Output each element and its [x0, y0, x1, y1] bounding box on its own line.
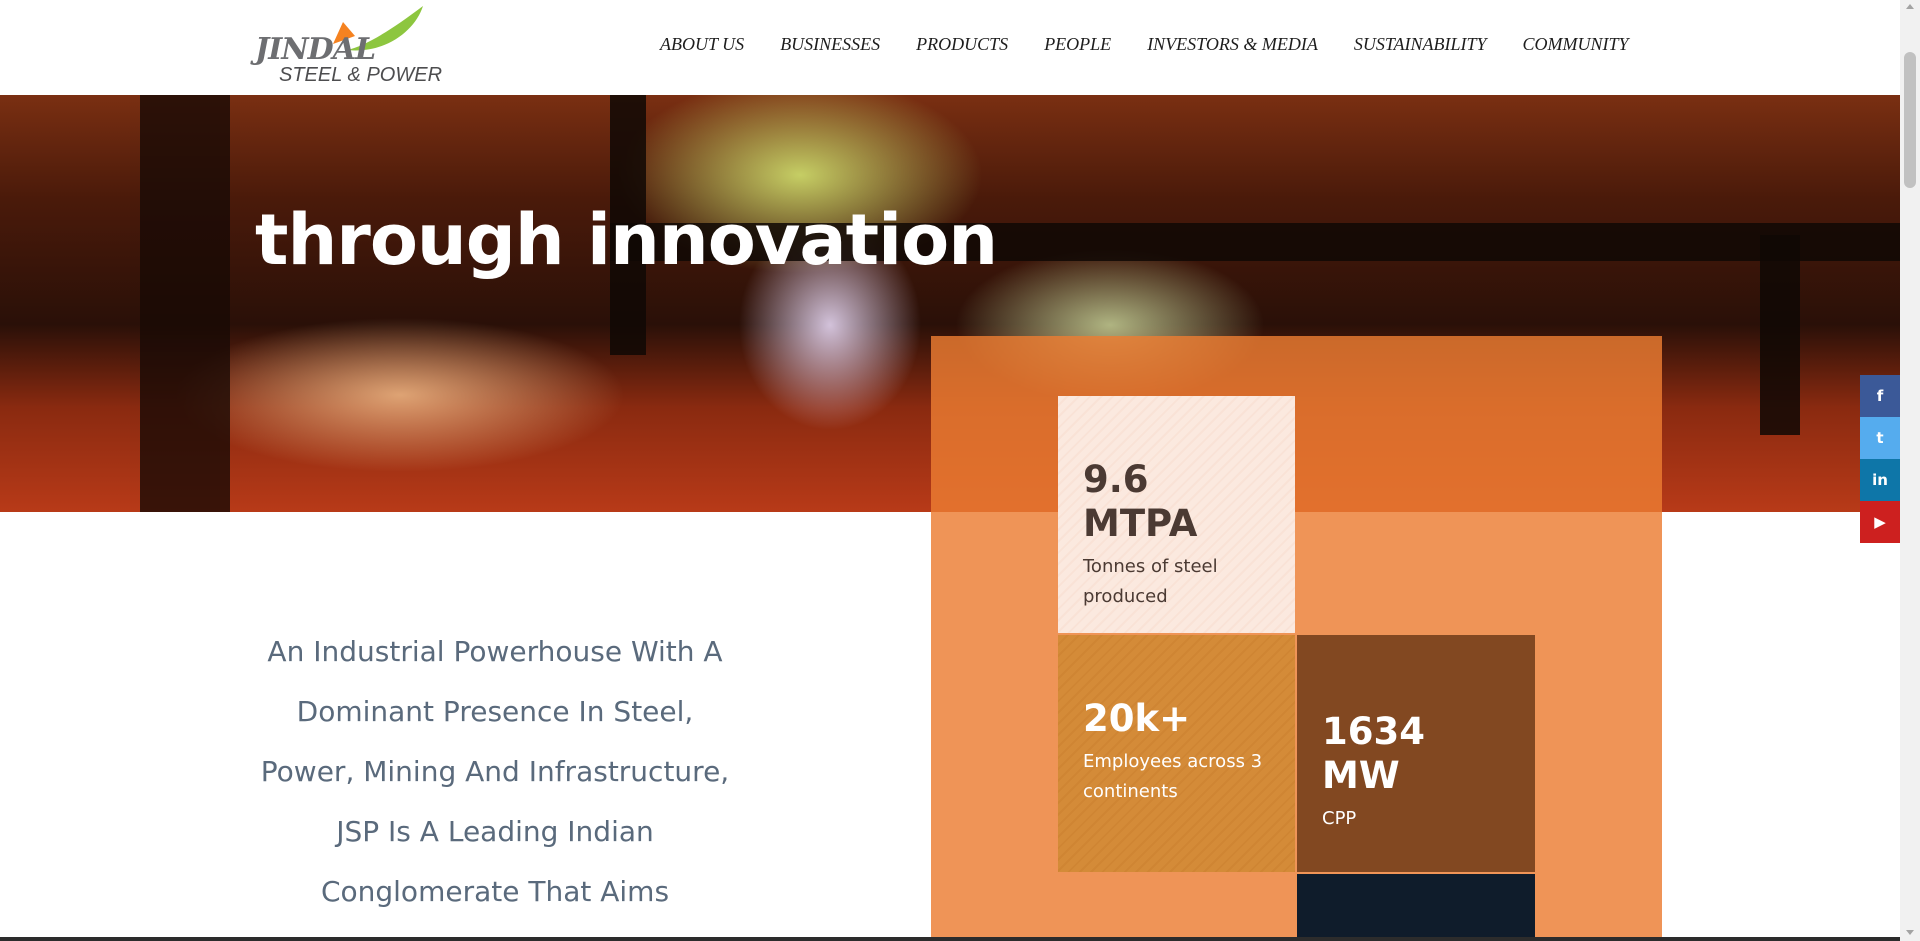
hero-beam-right-post: [1760, 235, 1800, 435]
nav-investors-media[interactable]: INVESTORS & MEDIA: [1147, 34, 1318, 55]
hero-beam-left-post: [140, 95, 230, 512]
stat-label: CPP: [1322, 808, 1357, 829]
logo-subtitle: STEEL & POWER: [279, 64, 443, 86]
twitter-icon[interactable]: t: [1860, 417, 1900, 459]
nav-sustainability[interactable]: SUSTAINABILITY: [1354, 34, 1487, 55]
hero-title: through innovation: [255, 199, 998, 281]
page-scrollbar[interactable]: [1900, 0, 1920, 941]
linkedin-icon[interactable]: in: [1860, 459, 1900, 501]
intro-text: An Industrial Powerhouse With A Dominant…: [260, 635, 730, 908]
youtube-icon[interactable]: ▶: [1860, 501, 1900, 543]
facebook-icon[interactable]: f: [1860, 375, 1900, 417]
stat-employees: 20k+ Employees across 3 continents: [1058, 635, 1295, 872]
stat-value: 9.6 MTPA: [1083, 458, 1198, 545]
stat-label: Tonnes of steel produced: [1083, 556, 1218, 607]
nav-people[interactable]: PEOPLE: [1044, 34, 1111, 55]
nav-community[interactable]: COMMUNITY: [1523, 34, 1629, 55]
window-bottom-edge: [0, 937, 1900, 941]
scroll-down-arrow-icon[interactable]: [1906, 930, 1914, 935]
stat-label: Employees across 3 continents: [1083, 751, 1263, 802]
scroll-up-arrow-icon[interactable]: [1906, 4, 1914, 9]
site-header: JINDAL STEEL & POWER ABOUT US BUSINESSES…: [0, 0, 1900, 95]
scroll-thumb[interactable]: [1904, 52, 1916, 188]
nav-businesses[interactable]: BUSINESSES: [780, 34, 880, 55]
jindal-logo[interactable]: JINDAL STEEL & POWER: [255, 6, 442, 90]
logo-wordmark: JINDAL: [255, 32, 376, 67]
stat-tile-dark: [1297, 874, 1535, 941]
social-share-bar: f t in ▶: [1860, 375, 1900, 543]
nav-products[interactable]: PRODUCTS: [916, 34, 1008, 55]
stat-steel-capacity: 9.6 MTPA Tonnes of steel produced: [1058, 396, 1295, 633]
main-nav: ABOUT US BUSINESSES PRODUCTS PEOPLE INVE…: [660, 34, 1665, 55]
stat-value: 1634 MW: [1322, 710, 1425, 797]
nav-about-us[interactable]: ABOUT US: [660, 34, 744, 55]
stat-power-capacity: 1634 MW CPP: [1297, 635, 1535, 872]
stat-value: 20k+: [1083, 697, 1191, 740]
